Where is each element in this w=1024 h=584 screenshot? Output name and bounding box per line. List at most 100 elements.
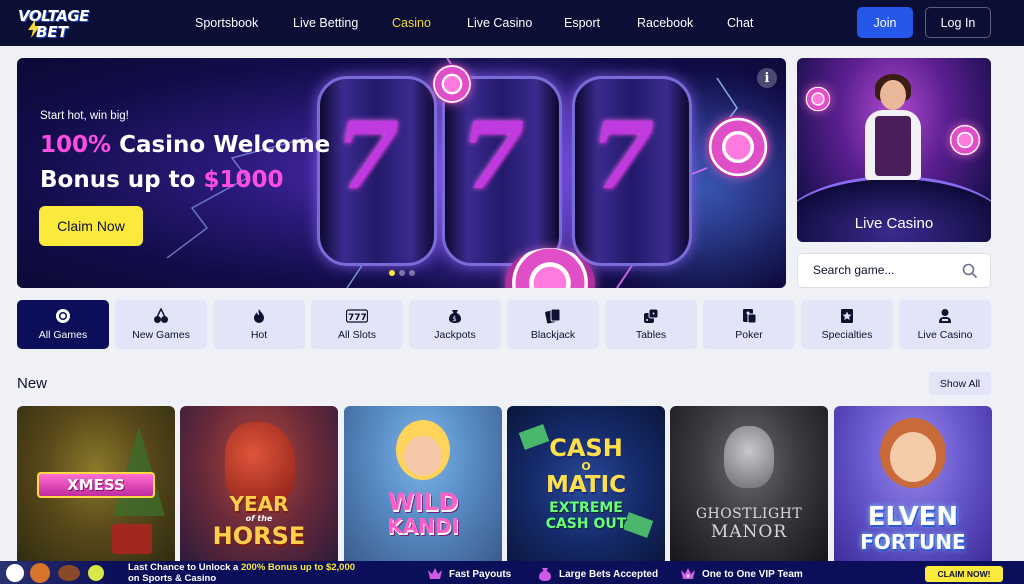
dice-icon	[644, 308, 659, 323]
nav-item-chat[interactable]: Chat	[727, 16, 753, 30]
category-tab-hot[interactable]: Hot	[213, 300, 305, 349]
feature-large-bets: Large Bets Accepted	[537, 567, 658, 581]
promo-text-line2: on Sports & Casino	[128, 573, 217, 584]
feature-label: Fast Payouts	[449, 568, 512, 580]
christmas-tree-image	[113, 426, 165, 516]
feature-label: One to One VIP Team	[702, 568, 803, 580]
nav-item-casino[interactable]: Casino	[392, 16, 431, 30]
hero-eyebrow: Start hot, win big!	[40, 110, 129, 122]
category-tab-all-games[interactable]: All Games	[17, 300, 109, 349]
nav-item-esport[interactable]: Esport	[564, 16, 600, 30]
carousel-dot[interactable]	[399, 270, 405, 276]
game-title: MANOR	[710, 522, 788, 542]
money-bag-icon	[539, 568, 551, 581]
carousel-dot[interactable]	[389, 270, 395, 276]
dealer-image	[880, 80, 906, 110]
cards-icon	[545, 308, 561, 324]
category-label: Live Casino	[917, 329, 973, 341]
category-label: Poker	[735, 329, 763, 341]
game-card-elven-fortune[interactable]: ELVEN FORTUNE	[834, 406, 992, 566]
game-card-ghostlight-manor[interactable]: GHOSTLIGHT MANOR	[670, 406, 828, 566]
game-title: MATIC	[545, 472, 627, 498]
game-card-year-of-the-horse[interactable]: YEAR of the HORSE	[180, 406, 338, 566]
svg-text:$: $	[452, 315, 456, 323]
logo-text-bet: BET	[36, 23, 68, 41]
chip-icon	[56, 309, 70, 323]
carousel-dots	[389, 270, 415, 276]
search-icon[interactable]	[962, 263, 978, 279]
sports-balls-image	[0, 561, 118, 584]
promo-claim-now-button[interactable]: CLAIM NOW!	[925, 566, 1003, 582]
svg-text:777: 777	[348, 313, 367, 323]
tennis-ball-icon	[88, 565, 104, 581]
show-all-button[interactable]: Show All	[929, 372, 991, 395]
game-card-xmess[interactable]: XMESS	[17, 406, 175, 566]
cherries-icon	[154, 308, 168, 323]
game-title: WILD	[387, 488, 459, 516]
info-icon[interactable]: i	[757, 68, 777, 88]
category-tab-all-slots[interactable]: 777 All Slots	[311, 300, 403, 349]
carousel-dot[interactable]	[409, 270, 415, 276]
voltage-bet-logo[interactable]: VOLTAGE BET	[14, 6, 90, 42]
search-input[interactable]	[813, 263, 953, 277]
category-tab-live-casino[interactable]: Live Casino	[899, 300, 991, 349]
game-title: CASH	[549, 434, 623, 462]
nav-item-live-betting[interactable]: Live Betting	[293, 16, 358, 30]
promo-bar: Last Chance to Unlock a 200% Bonus up to…	[0, 561, 1024, 584]
search-game-box	[797, 253, 991, 288]
game-title: KANDI	[387, 514, 459, 538]
slot-seven-symbol: 7	[460, 102, 525, 210]
game-title: FORTUNE	[860, 530, 966, 554]
nav-item-live-casino[interactable]: Live Casino	[467, 16, 532, 30]
feature-label: Large Bets Accepted	[559, 568, 659, 580]
slot-seven-symbol: 7	[590, 102, 655, 210]
headline-percent: 100%	[40, 132, 112, 158]
slot-seven-symbol: 7	[335, 102, 400, 210]
horse-image	[225, 422, 295, 502]
headline-text: Casino Welcome	[111, 132, 331, 158]
category-label: New Games	[132, 329, 190, 341]
category-label: All Games	[38, 329, 88, 341]
slots-777-icon: 777	[346, 309, 368, 323]
promo-text-line1: Last Chance to Unlock a	[128, 562, 241, 573]
game-title: HORSE	[212, 522, 306, 550]
poker-cards-icon	[743, 309, 757, 324]
game-title: GHOSTLIGHT	[695, 506, 803, 522]
game-card-wild-kandi[interactable]: WILD KANDI	[344, 406, 502, 566]
login-button[interactable]: Log In	[925, 7, 991, 38]
nav-item-sportsbook[interactable]: Sportsbook	[195, 16, 258, 30]
promo-text: Last Chance to Unlock a 200% Bonus up to…	[128, 562, 355, 584]
feature-fast-payouts: Fast Payouts	[427, 567, 511, 581]
live-casino-card[interactable]: Live Casino	[797, 58, 991, 242]
game-title: ELVEN	[867, 502, 959, 532]
crown-icon	[428, 568, 442, 579]
category-tab-blackjack[interactable]: Blackjack	[507, 300, 599, 349]
soccer-ball-icon	[6, 564, 24, 582]
category-tab-tables[interactable]: Tables	[605, 300, 697, 349]
feature-vip-team: One to One VIP Team	[680, 567, 803, 581]
game-card-cash-o-matic[interactable]: CASH O MATIC EXTREME CASH OUT	[507, 406, 665, 566]
category-label: All Slots	[338, 329, 376, 341]
poker-chip-icon	[805, 86, 831, 112]
live-casino-card-label: Live Casino	[854, 215, 934, 232]
category-tab-new-games[interactable]: New Games	[115, 300, 207, 349]
top-navbar: VOLTAGE BET Sportsbook Live Betting Casi…	[0, 0, 1024, 46]
claim-now-button[interactable]: Claim Now	[39, 206, 143, 246]
basketball-icon	[30, 563, 50, 583]
category-tab-specialties[interactable]: Specialties	[801, 300, 893, 349]
poker-chip-icon	[432, 64, 472, 104]
game-subtitle: CASH OUT	[545, 516, 627, 532]
elf-face-image	[890, 432, 936, 482]
join-button[interactable]: Join	[857, 7, 913, 38]
vip-crown-icon	[681, 568, 695, 579]
star-card-icon	[841, 309, 853, 323]
roulette-table-image	[797, 176, 991, 242]
category-label: Jackpots	[434, 329, 476, 341]
hero-banner[interactable]: 7 7 7 Start hot, win big! 100% Casino We…	[17, 58, 786, 288]
category-tab-jackpots[interactable]: $ Jackpots	[409, 300, 501, 349]
category-tab-poker[interactable]: Poker	[703, 300, 795, 349]
poker-chip-icon	[949, 124, 981, 156]
ghost-face-image	[724, 426, 774, 488]
nav-item-racebook[interactable]: Racebook	[637, 16, 693, 30]
character-face-image	[404, 436, 442, 476]
